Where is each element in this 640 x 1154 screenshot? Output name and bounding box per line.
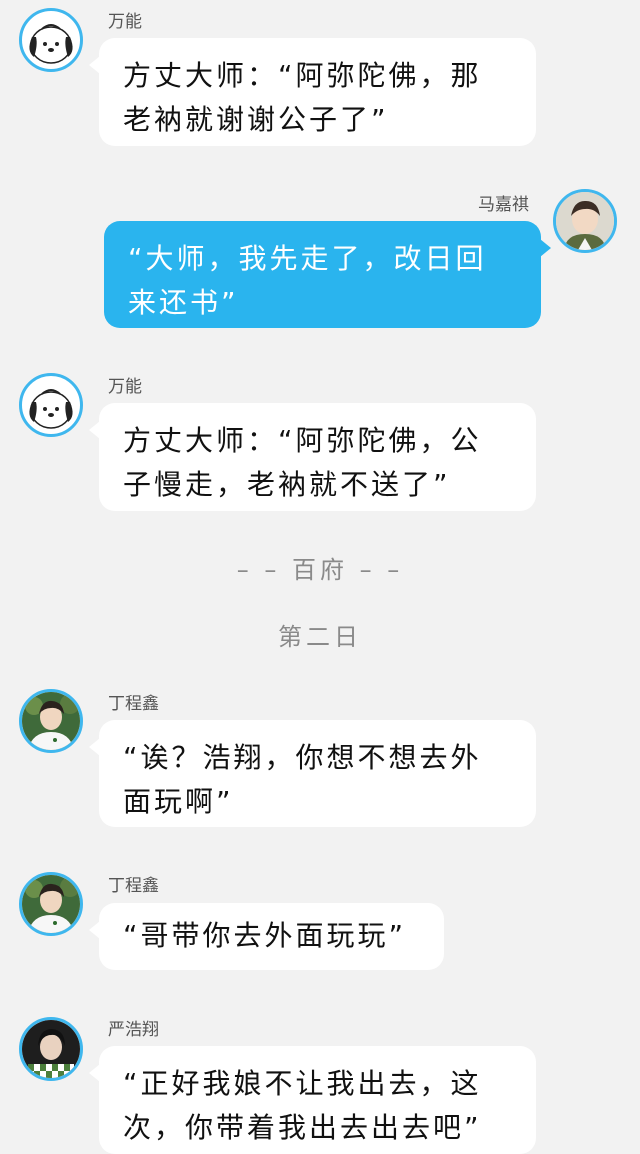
boy-photo-avatar[interactable] [553, 189, 617, 253]
sender-name: 丁程鑫 [108, 694, 159, 714]
sender-name: 万能 [108, 377, 142, 397]
boy-photo-avatar[interactable] [19, 872, 83, 936]
day-divider: 第二日 [278, 623, 362, 651]
scene-divider: – – 百府 – – [236, 556, 404, 584]
sender-name: 丁程鑫 [108, 876, 159, 896]
cartoon-dog-avatar[interactable] [19, 373, 83, 437]
boy-photo-avatar[interactable] [19, 1017, 83, 1081]
message-bubble[interactable]: “诶？浩翔，你想不想去外面玩啊” [89, 720, 536, 827]
sender-name: 马嘉祺 [478, 195, 529, 215]
boy-photo-avatar[interactable] [19, 689, 83, 753]
message-bubble[interactable]: 方丈大师：“阿弥陀佛，那老衲就谢谢公子了” [89, 38, 536, 146]
sender-name: 万能 [108, 12, 142, 32]
sender-name: 严浩翔 [108, 1020, 159, 1040]
message-bubble[interactable]: “正好我娘不让我出去，这次，你带着我出去出去吧” [89, 1046, 536, 1154]
message-bubble[interactable]: 方丈大师：“阿弥陀佛，公子慢走，老衲就不送了” [89, 403, 536, 511]
message-bubble[interactable]: “大师，我先走了，改日回来还书” [104, 221, 551, 328]
message-bubble[interactable]: “哥带你去外面玩玩” [89, 903, 444, 970]
cartoon-dog-avatar[interactable] [19, 8, 83, 72]
